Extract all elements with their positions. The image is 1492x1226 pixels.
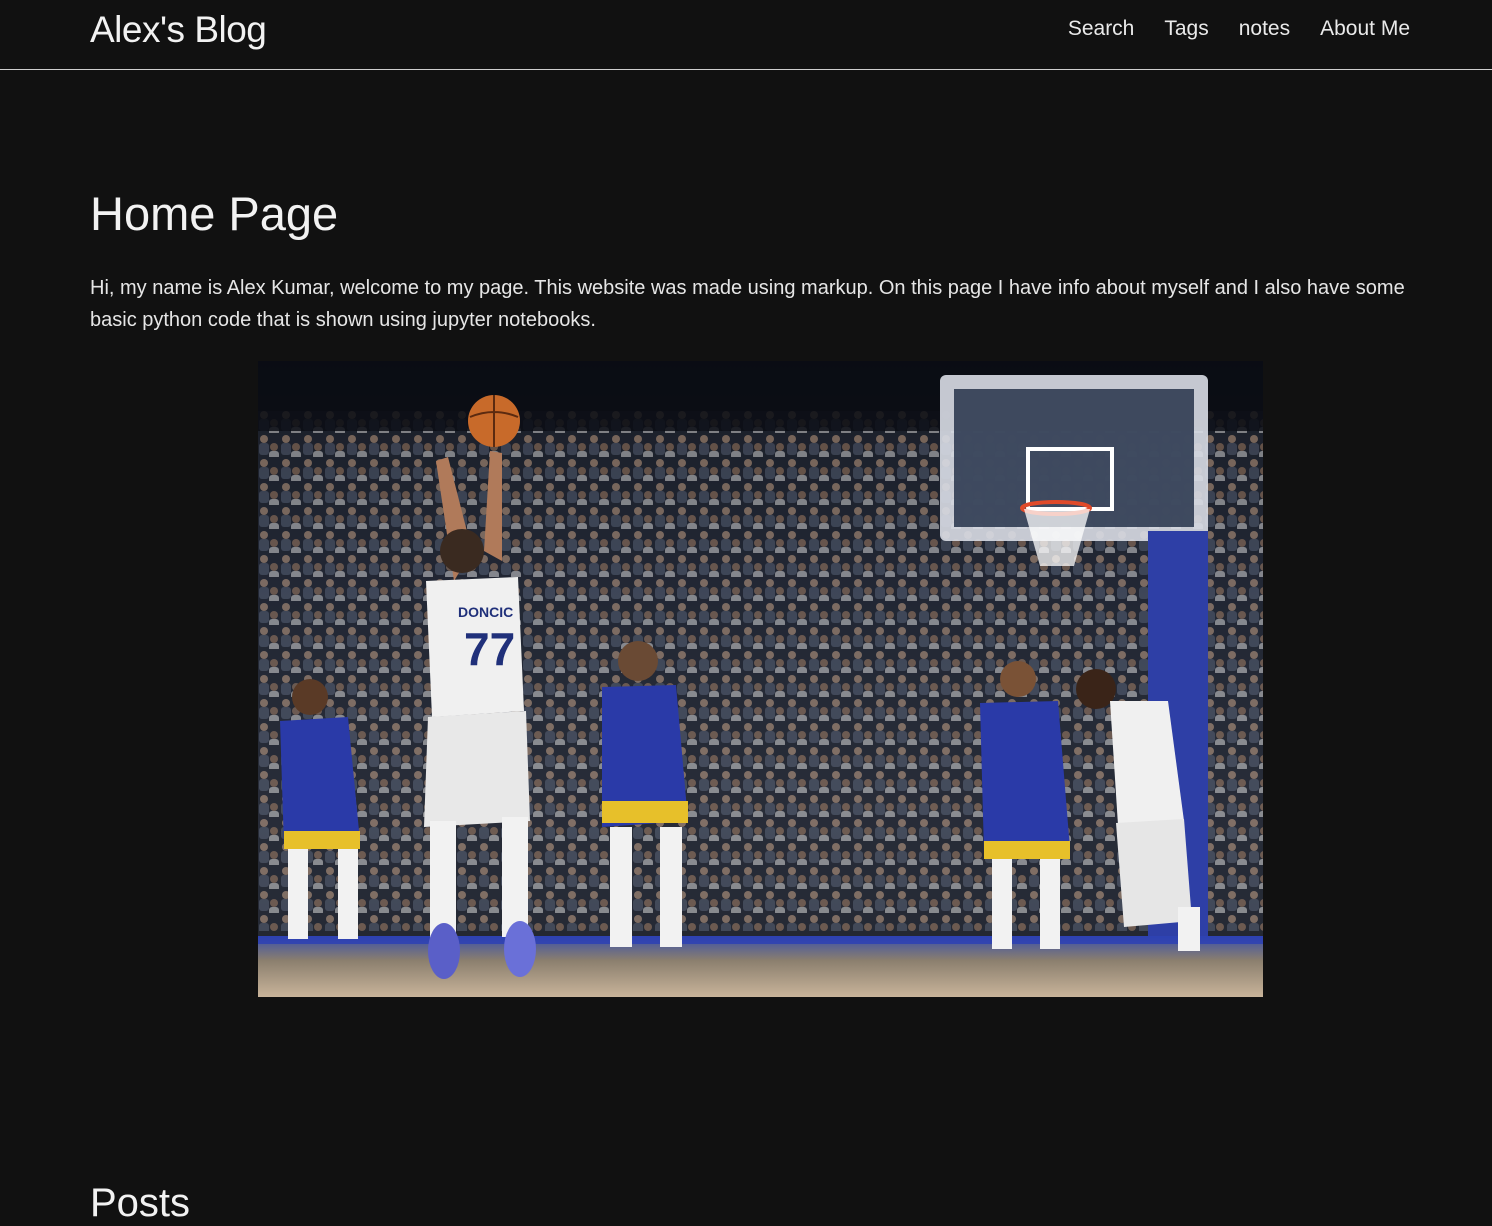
intro-paragraph: Hi, my name is Alex Kumar, welcome to my… xyxy=(90,277,1405,331)
nav-link-notes[interactable]: notes xyxy=(1239,17,1290,41)
svg-text:77: 77 xyxy=(464,623,515,675)
page-title: Home Page xyxy=(90,187,339,240)
nav-link-about-me[interactable]: About Me xyxy=(1320,17,1410,41)
court-floor xyxy=(258,936,1263,997)
site-title-link[interactable]: Alex's Blog xyxy=(90,9,267,51)
posts-heading: Posts xyxy=(90,1181,191,1225)
svg-text:DONCIC: DONCIC xyxy=(458,604,513,620)
nav-link-search[interactable]: Search xyxy=(1068,17,1135,41)
basketball-hero-image: 77 DONCIC xyxy=(258,361,1263,997)
main-nav: Search Tags notes About Me xyxy=(1068,17,1410,41)
nav-link-tags[interactable]: Tags xyxy=(1164,17,1208,41)
site-header: Alex's Blog Search Tags notes About Me xyxy=(0,0,1492,70)
